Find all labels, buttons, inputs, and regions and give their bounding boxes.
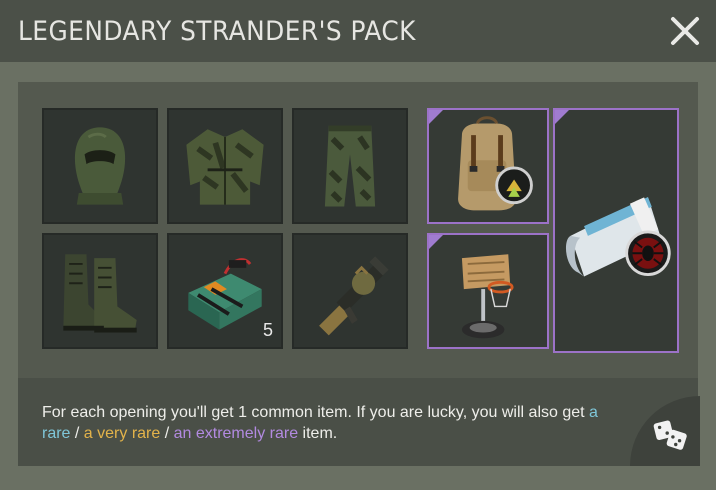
dice-icon: [653, 420, 687, 450]
item-slot-backpack[interactable]: [427, 108, 549, 224]
item-slot-balaclava[interactable]: [42, 108, 158, 224]
jacket-icon: [186, 129, 264, 205]
item-slot-magazine[interactable]: [553, 108, 679, 353]
basketball-hoop-icon: [461, 254, 514, 339]
item-slot-boots[interactable]: [42, 233, 158, 349]
items-panel: 5: [18, 82, 698, 378]
item-slot-jacket[interactable]: [167, 108, 283, 224]
very-rare-label: a very rare: [83, 425, 161, 442]
item-slot-pants[interactable]: [292, 108, 408, 224]
roll-dice-button[interactable]: [630, 396, 700, 466]
odds-description: For each opening you'll get 1 common ite…: [42, 402, 602, 444]
balaclava-icon: [74, 127, 126, 205]
item-quantity: 5: [262, 320, 273, 340]
close-icon[interactable]: [668, 14, 702, 48]
modal-header: LEGENDARY STRANDER'S PACK: [0, 0, 716, 62]
separator: /: [160, 425, 174, 442]
pants-icon: [324, 125, 376, 207]
separator: /: [70, 425, 84, 442]
pack-title: LEGENDARY STRANDER'S PACK: [18, 16, 416, 47]
odds-footer: For each opening you'll get 1 common ite…: [18, 378, 700, 466]
extremely-rare-label: an extremely rare: [173, 425, 299, 442]
item-slot-grenade-launcher[interactable]: [292, 233, 408, 349]
boots-icon: [63, 254, 137, 333]
item-slot-basketball-hoop[interactable]: [427, 233, 549, 349]
odds-text-end: item.: [298, 425, 338, 442]
backpack-icon: [458, 116, 533, 211]
item-slot-c4[interactable]: 5: [167, 233, 283, 349]
magazine-icon: [565, 197, 671, 277]
pack-modal: LEGENDARY STRANDER'S PACK 5 For each ope…: [0, 0, 716, 490]
grenade-launcher-icon: [319, 256, 389, 336]
odds-text-intro: For each opening you'll get 1 common ite…: [42, 404, 590, 421]
